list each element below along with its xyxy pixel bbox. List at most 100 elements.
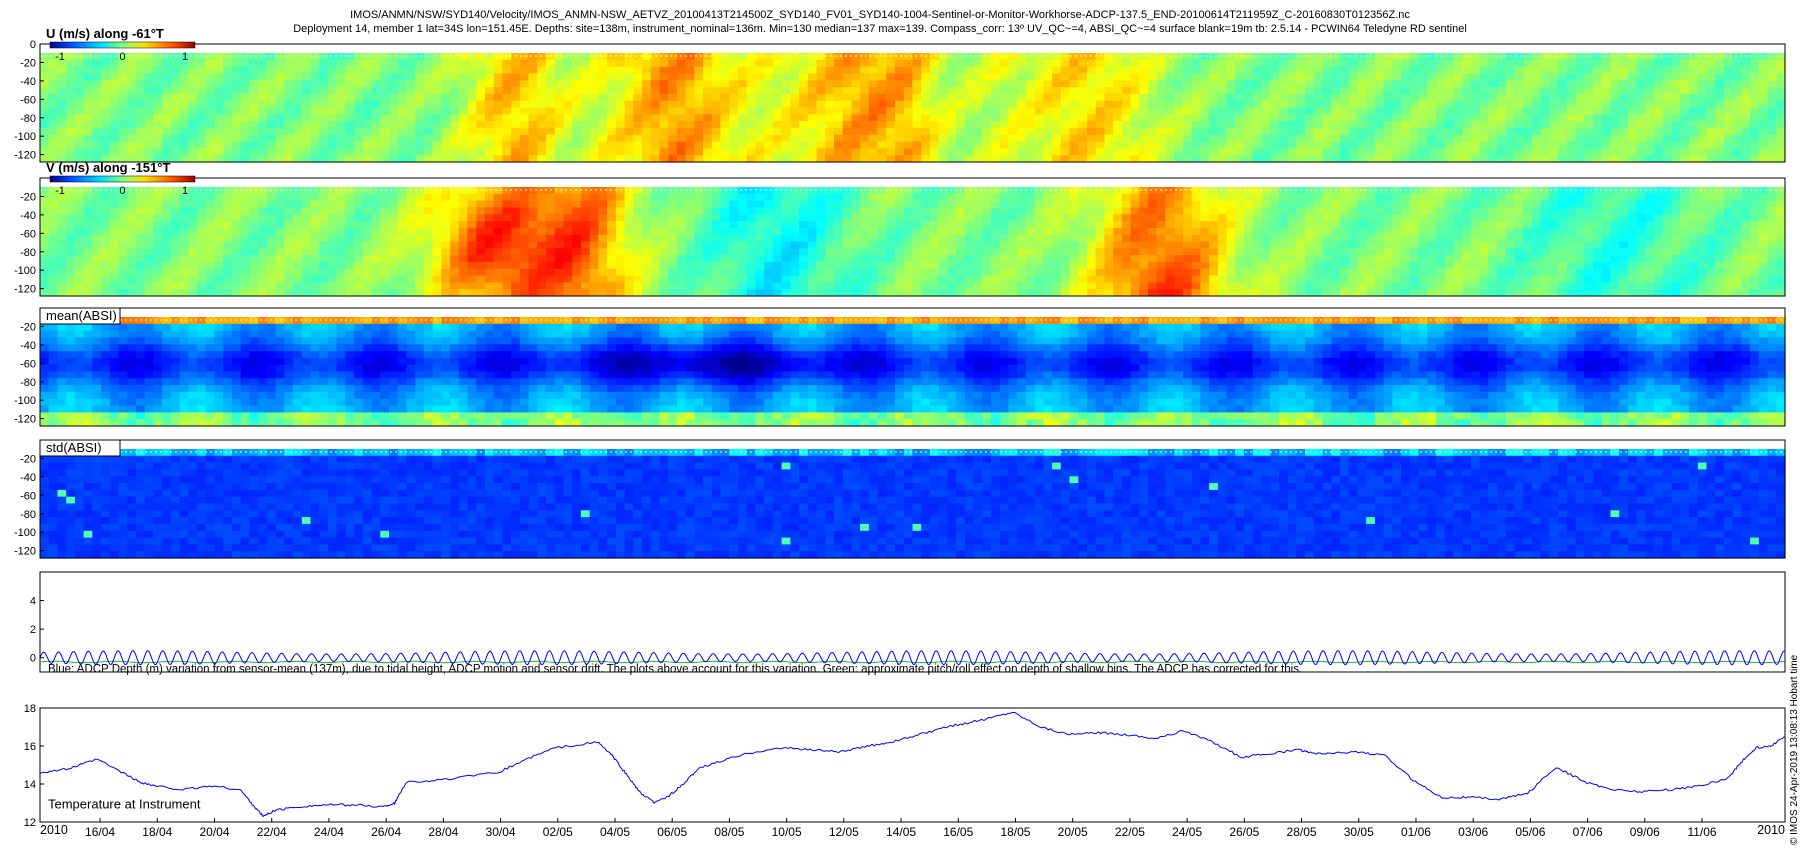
heatmap-cell (1566, 155, 1577, 163)
heatmap-cell (1226, 87, 1236, 95)
heatmap-cell (650, 268, 661, 277)
heatmap-cell (275, 221, 285, 229)
heatmap-cell (83, 268, 93, 277)
heatmap-cell (74, 207, 85, 215)
heatmap-cell (1636, 80, 1646, 88)
heatmap-cell (371, 227, 381, 236)
heatmap-cell (851, 187, 861, 195)
heatmap-cell (729, 155, 739, 163)
heatmap-cell (354, 275, 364, 283)
heatmap-cell (1636, 141, 1646, 149)
heatmap-cell (772, 53, 783, 61)
heatmap-cell (694, 87, 704, 95)
heatmap-cell (1767, 66, 1777, 74)
heatmap-cell (659, 66, 669, 74)
heatmap-cell (109, 66, 120, 74)
heatmap-cell (336, 187, 346, 195)
heatmap-cell (197, 193, 207, 202)
heatmap-cell (1183, 53, 1193, 61)
heatmap-cell (1121, 127, 1132, 136)
heatmap-cell (1322, 134, 1332, 143)
heatmap-cell (57, 100, 67, 109)
heatmap-cell (1497, 93, 1507, 102)
heatmap-cell (327, 268, 338, 277)
heatmap-cell (746, 193, 756, 202)
heatmap-cell (964, 268, 975, 277)
heatmap-cell (1715, 73, 1725, 81)
heatmap-cell (895, 241, 905, 249)
heatmap-cell (214, 193, 224, 202)
heatmap-cell (1776, 93, 1786, 102)
depth-tick-label: -80 (20, 113, 36, 125)
heatmap-cell (511, 187, 521, 195)
heatmap-cell (1575, 93, 1585, 102)
heatmap-cell (1148, 53, 1158, 61)
heatmap-cell (293, 59, 303, 68)
heatmap-cell (1505, 100, 1516, 109)
heatmap-cell (956, 227, 966, 236)
heatmap-cell (380, 241, 390, 249)
heatmap-cell (450, 87, 460, 95)
heatmap-cell (371, 80, 381, 88)
heatmap-cell (650, 127, 661, 136)
heatmap-cell (319, 255, 329, 263)
heatmap-cell (1549, 66, 1559, 74)
heatmap-cell (327, 66, 338, 74)
heatmap-cell (676, 227, 687, 236)
heatmap-cell (1532, 141, 1542, 149)
heatmap-cell (467, 193, 477, 202)
heatmap-cell (1331, 127, 1341, 136)
heatmap-cell (938, 59, 948, 68)
heatmap-cell (807, 93, 818, 102)
heatmap-cell (223, 134, 233, 143)
heatmap-cell (1069, 93, 1079, 102)
heatmap-cell (816, 241, 826, 249)
heatmap-cell (502, 248, 512, 256)
heatmap-cell (293, 155, 303, 163)
heatmap-cell (74, 255, 85, 263)
heatmap-cell (1680, 121, 1690, 129)
heatmap-cell (205, 261, 216, 270)
heatmap-cell (633, 59, 643, 68)
heatmap-cell (502, 221, 512, 229)
heatmap-cell (118, 248, 128, 256)
heatmap-cell (1200, 114, 1210, 122)
heatmap-cell (310, 207, 320, 215)
heatmap-cell (956, 187, 966, 195)
heatmap-cell (319, 141, 329, 149)
heatmap-cell (493, 100, 503, 109)
heatmap-cell (310, 73, 320, 81)
heatmap-cell (929, 114, 940, 122)
heatmap-cell (1636, 127, 1646, 136)
heatmap-cell (676, 200, 687, 208)
heatmap-cell (1532, 100, 1542, 109)
heatmap-cell (493, 87, 503, 95)
heatmap-cell (973, 261, 983, 270)
heatmap-cell (842, 187, 852, 195)
heatmap-cell (711, 200, 722, 208)
heatmap-cell (834, 207, 844, 215)
heatmap-cell (764, 141, 774, 149)
heatmap-cell (1252, 127, 1263, 136)
heatmap-cell (912, 187, 922, 195)
heatmap-cell (746, 134, 756, 143)
heatmap-cell (537, 268, 547, 277)
heatmap-cell (1619, 100, 1629, 109)
heatmap-cell (1671, 141, 1681, 149)
heatmap-cell (240, 234, 250, 243)
heatmap-cell (1741, 155, 1751, 163)
heatmap-cell (1078, 66, 1088, 74)
heatmap-cell (607, 255, 617, 263)
heatmap-cell (1732, 107, 1742, 115)
heatmap-cell (1401, 87, 1411, 95)
heatmap-cell (1497, 80, 1507, 88)
heatmap-cell (1436, 134, 1446, 143)
heatmap-cell (685, 193, 695, 202)
heatmap-cell (458, 87, 469, 95)
heatmap-cell (895, 248, 905, 256)
heatmap-cell (1087, 114, 1097, 122)
heatmap-cell (842, 155, 852, 163)
heatmap-cell (563, 107, 573, 115)
heatmap-cell (537, 53, 547, 61)
heatmap-cell (362, 66, 373, 74)
